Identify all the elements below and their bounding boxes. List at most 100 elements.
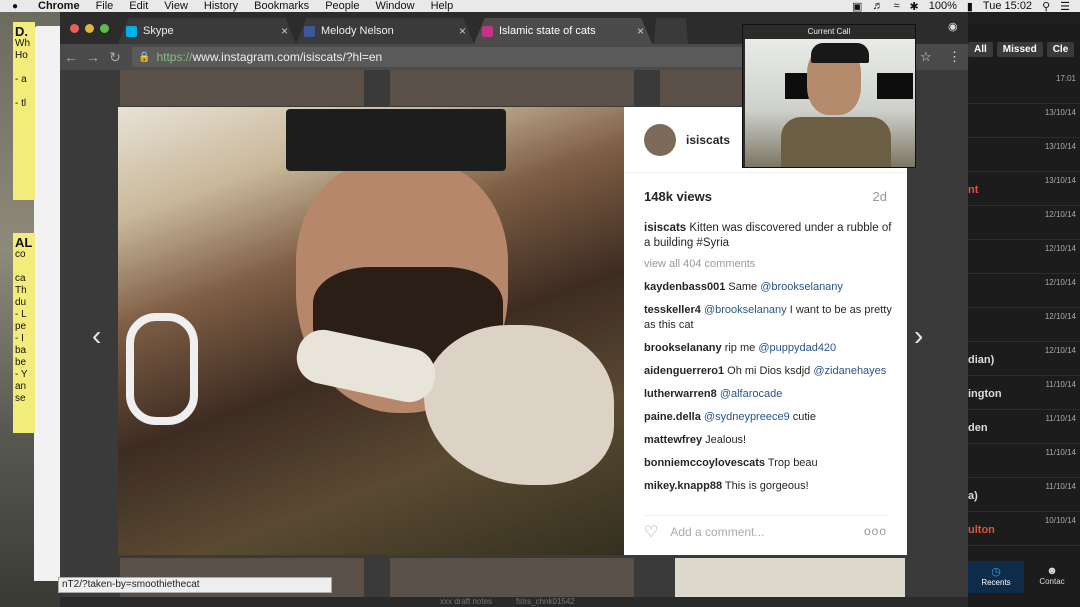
comment-username[interactable]: mikey.knapp88	[644, 480, 722, 492]
recents-button[interactable]: ◷ Recents	[968, 561, 1024, 593]
menu-view[interactable]: View	[156, 0, 196, 12]
comment-username[interactable]: kaydenbass001	[644, 281, 725, 293]
post-photo[interactable]	[118, 107, 624, 555]
lock-icon[interactable]: 🔒	[138, 52, 150, 63]
menu-clock[interactable]: Tue 15:02	[983, 0, 1032, 12]
recent-row[interactable]: 12/10/14	[968, 206, 1080, 240]
comment-username[interactable]: bonniemccoylovescats	[644, 457, 765, 469]
back-icon[interactable]: ←	[60, 49, 82, 65]
filter-clear[interactable]: Cle	[1046, 42, 1075, 57]
new-tab-button[interactable]	[654, 18, 688, 44]
comment-username[interactable]: lutherwarren8	[644, 388, 717, 400]
bookmark-star-icon[interactable]: ☆	[920, 49, 932, 65]
menu-history[interactable]: History	[196, 0, 246, 12]
bluetooth-icon[interactable]: ✱	[910, 0, 919, 13]
previous-post-icon[interactable]: ‹	[92, 320, 101, 352]
menu-bookmarks[interactable]: Bookmarks	[246, 0, 317, 12]
comment-mention[interactable]: @zidanehayes	[813, 365, 886, 377]
post-sidebar: isiscats 148k views 2d isiscats Kitten w…	[624, 107, 907, 555]
dock-item[interactable]: fstrs_chnk01542	[516, 597, 575, 607]
comment-mention[interactable]: @brookselanany	[760, 281, 843, 293]
add-comment-input[interactable]: Add a comment...	[670, 525, 764, 539]
recent-row[interactable]: nt 13/10/14	[968, 172, 1080, 206]
dock-item[interactable]: xxx draft notes	[440, 597, 492, 607]
minimize-window-icon[interactable]	[85, 24, 94, 33]
recent-row[interactable]: 11/10/14	[968, 444, 1080, 478]
battery-percent[interactable]: 100%	[929, 0, 957, 12]
close-tab-icon[interactable]: ×	[281, 24, 288, 38]
menu-file[interactable]: File	[88, 0, 122, 12]
list-icon[interactable]: ☰	[1060, 0, 1070, 13]
sticky-note-1[interactable]: D. Wh Ho - a - tl	[13, 22, 35, 200]
person-icon: ☻	[1046, 565, 1058, 577]
recent-date: 13/10/14	[1044, 142, 1076, 151]
menu-people[interactable]: People	[317, 0, 367, 12]
post-caption: isiscats Kitten was discovered under a r…	[644, 221, 892, 251]
comment-username[interactable]: aidenguerrero1	[644, 365, 724, 377]
more-options-icon[interactable]: ooo	[864, 524, 887, 538]
close-window-icon[interactable]	[70, 24, 79, 33]
grid-thumbnail[interactable]	[390, 558, 634, 597]
comment-mention[interactable]: @brookselanany	[704, 304, 787, 316]
caption-username[interactable]: isiscats	[644, 222, 686, 234]
comment: aidenguerrero1 Oh mi Dios ksdjd @zidaneh…	[644, 364, 892, 379]
menu-help[interactable]: Help	[423, 0, 462, 12]
close-tab-icon[interactable]: ×	[459, 24, 466, 38]
post-username[interactable]: isiscats	[686, 133, 730, 147]
recent-row[interactable]: 12/10/14	[968, 240, 1080, 274]
sticky-note-line: Wh	[15, 38, 30, 49]
menu-app-name[interactable]: Chrome	[30, 0, 88, 12]
recent-date: 11/10/14	[1045, 414, 1076, 423]
screen-share-icon[interactable]: ▣	[852, 0, 862, 13]
menu-edit[interactable]: Edit	[121, 0, 156, 12]
recent-date: 10/10/14	[1044, 516, 1076, 525]
volume-icon[interactable]: ♬	[872, 0, 883, 12]
close-tab-icon[interactable]: ×	[637, 24, 644, 38]
heart-icon[interactable]: ♡	[644, 522, 658, 542]
next-post-icon[interactable]: ›	[914, 320, 923, 352]
comment-mention[interactable]: @puppydad420	[758, 342, 836, 354]
recent-row[interactable]: 13/10/14	[968, 138, 1080, 172]
tab-skype[interactable]: Skype ×	[118, 18, 296, 44]
reload-icon[interactable]: ↻	[104, 49, 126, 66]
recent-row[interactable]: ulton 10/10/14	[968, 512, 1080, 546]
comment-mention[interactable]: @sydneypreece9	[704, 411, 790, 423]
comment-username[interactable]: paine.della	[644, 411, 701, 423]
comment-text: Trop beau	[767, 457, 818, 469]
comment-username[interactable]: mattewfrey	[644, 434, 702, 446]
grid-thumbnail[interactable]	[675, 558, 905, 597]
filter-all[interactable]: All	[968, 42, 993, 57]
tab-islamic-state-of-cats[interactable]: Islamic state of cats ×	[474, 18, 652, 44]
chrome-menu-icon[interactable]: ⋮	[948, 49, 961, 65]
contacts-button[interactable]: ☻ Contac	[1024, 561, 1080, 593]
url-field[interactable]: 🔒 https:// www.instagram.com/isiscats/?h…	[132, 47, 792, 67]
filter-missed[interactable]: Missed	[996, 42, 1043, 57]
recent-row[interactable]: 12/10/14	[968, 274, 1080, 308]
apple-icon[interactable]: ●	[0, 1, 30, 12]
tab-melody-nelson[interactable]: Melody Nelson ×	[296, 18, 474, 44]
recent-row[interactable]: den 11/10/14	[968, 410, 1080, 444]
sticky-note-2[interactable]: AL co ca Th du - L pe - I ba be - Y an s…	[13, 233, 35, 433]
wifi-icon[interactable]: ≈	[893, 0, 899, 12]
avatar[interactable]	[644, 123, 676, 156]
view-all-comments-link[interactable]: view all 404 comments	[644, 257, 892, 272]
incognito-icon[interactable]: ◉	[948, 20, 958, 33]
call-video[interactable]	[745, 39, 915, 167]
recent-row[interactable]: ington 11/10/14	[968, 376, 1080, 410]
recent-row[interactable]: dian) 12/10/14	[968, 342, 1080, 376]
recent-row[interactable]: 13/10/14	[968, 104, 1080, 138]
recent-row[interactable]: 12/10/14	[968, 308, 1080, 342]
current-call-window[interactable]: Current Call	[742, 24, 916, 168]
menu-window[interactable]: Window	[367, 0, 422, 12]
comment-username[interactable]: brookselanany	[644, 342, 722, 354]
recent-row[interactable]: a) 11/10/14	[968, 478, 1080, 512]
comment-mention[interactable]: @alfarocade	[720, 388, 783, 400]
search-icon[interactable]: ⚲	[1042, 0, 1050, 13]
forward-icon[interactable]: →	[82, 49, 104, 65]
recent-row[interactable]: 17:01	[968, 70, 1080, 104]
current-call-label: Current Call	[807, 27, 851, 36]
grid-thumbnail[interactable]	[390, 70, 634, 106]
comment-username[interactable]: tesskeller4	[644, 304, 701, 316]
zoom-window-icon[interactable]	[100, 24, 109, 33]
grid-thumbnail[interactable]	[120, 70, 364, 106]
